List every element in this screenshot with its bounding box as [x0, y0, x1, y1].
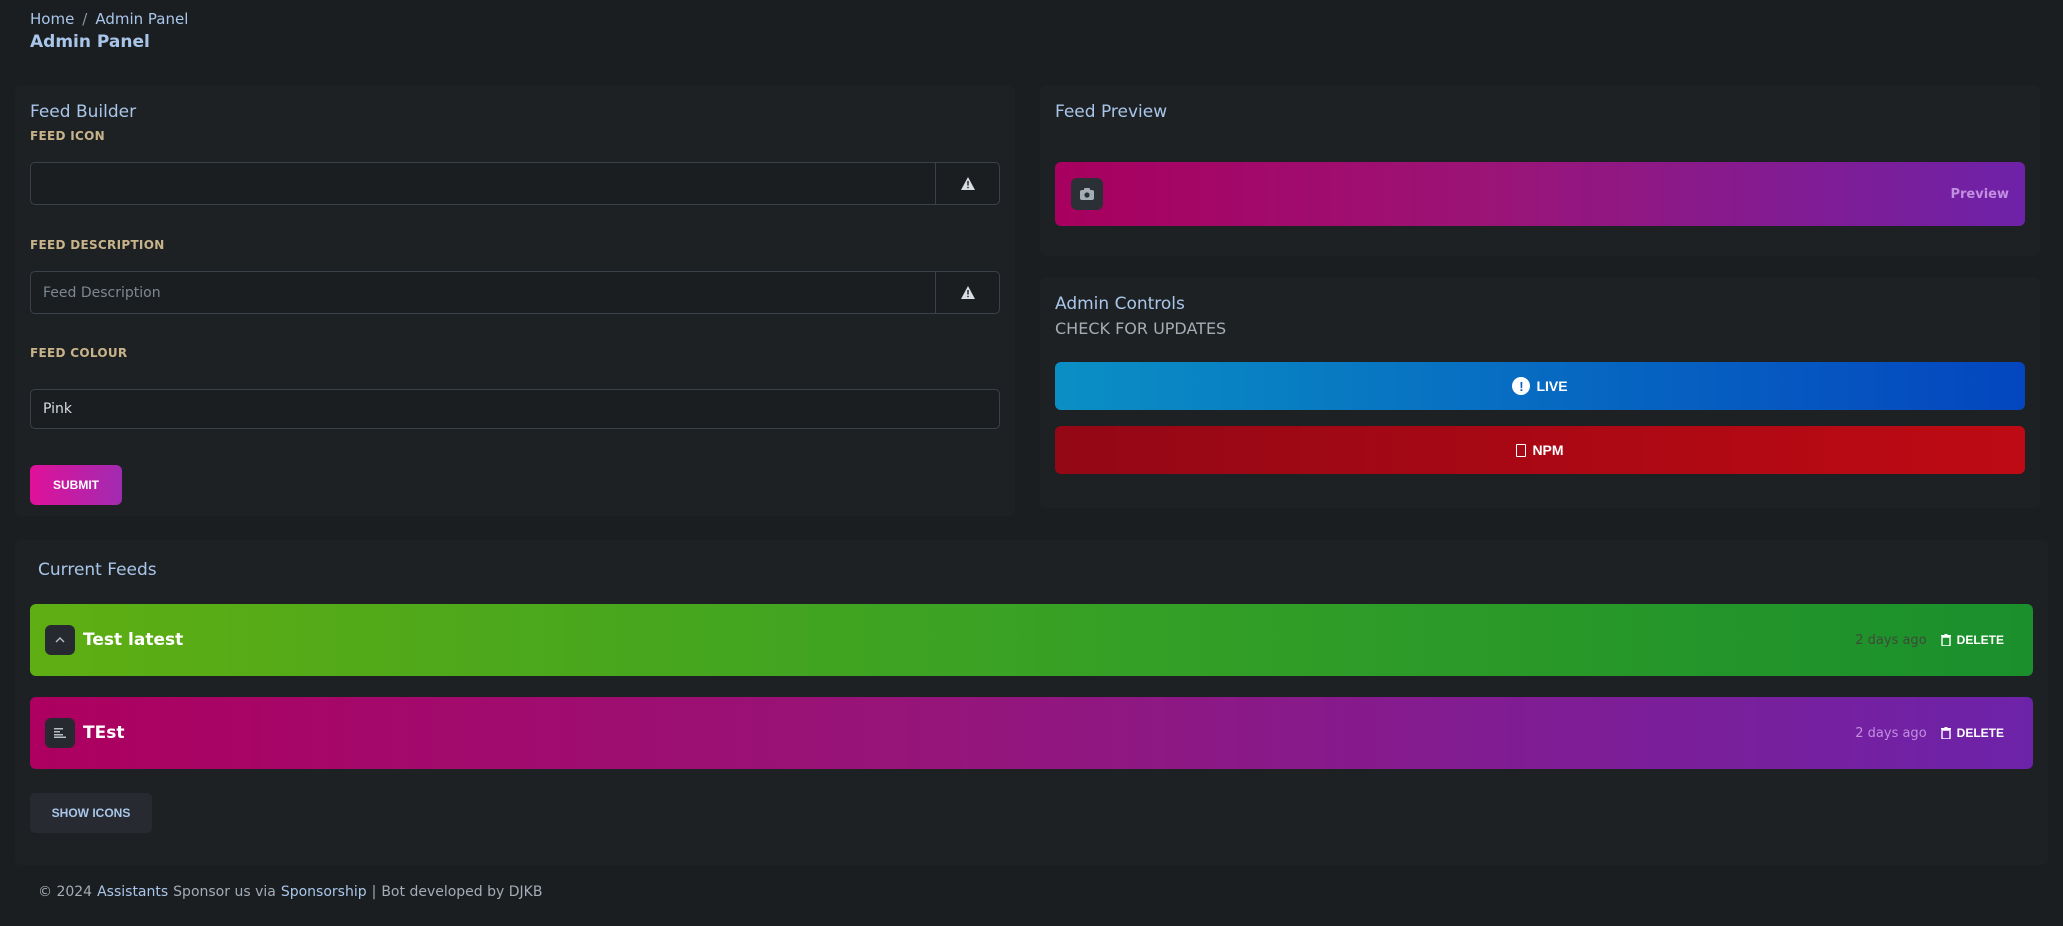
- feed-preview-bar: Preview: [1055, 162, 2025, 226]
- footer-sponsor-text: Sponsor us via: [173, 884, 276, 900]
- warning-icon[interactable]: [935, 163, 999, 204]
- feed-colour-label: FEED COLOUR: [30, 346, 128, 360]
- show-icons-button[interactable]: SHOW ICONS: [30, 793, 152, 833]
- breadcrumb: Home / Admin Panel: [30, 10, 188, 28]
- breadcrumb-home[interactable]: Home: [30, 10, 74, 28]
- live-label: LIVE: [1536, 378, 1568, 394]
- feed-description-input[interactable]: [31, 272, 935, 313]
- footer-brand-link[interactable]: Assistants: [97, 884, 168, 900]
- npm-icon: [1516, 443, 1527, 457]
- footer-sponsor-link[interactable]: Sponsorship: [281, 884, 367, 900]
- feed-builder-title: Feed Builder: [30, 102, 137, 122]
- delete-label: DELETE: [1956, 726, 2004, 740]
- footer-separator: |: [371, 884, 377, 900]
- feed-description-label: FEED DESCRIPTION: [30, 238, 165, 252]
- admin-page: Home / Admin Panel Admin Panel Feed Buil…: [0, 0, 2063, 926]
- current-feeds-title: Current Feeds: [38, 560, 157, 580]
- feed-row: Test latest 2 days ago DELETE: [30, 604, 2033, 676]
- footer-copyright: © 2024: [38, 884, 93, 900]
- delete-button[interactable]: DELETE: [1940, 633, 2004, 647]
- delete-button[interactable]: DELETE: [1940, 726, 2004, 740]
- feed-name: TEst: [83, 723, 125, 743]
- exclamation-circle-icon: !: [1512, 377, 1531, 395]
- feed-icon-group: [30, 162, 1000, 205]
- delete-label: DELETE: [1956, 633, 2004, 647]
- check-updates-label: CHECK FOR UPDATES: [1055, 319, 1227, 338]
- feed-preview-title: Feed Preview: [1055, 102, 1168, 122]
- page-title: Admin Panel: [30, 32, 150, 52]
- feed-colour-select[interactable]: Pink: [30, 389, 1000, 429]
- align-left-icon: [45, 718, 75, 748]
- admin-controls-card: Admin Controls CHECK FOR UPDATES ! LIVE …: [1040, 278, 2040, 508]
- admin-controls-title: Admin Controls: [1055, 294, 1185, 314]
- trash-icon: [1940, 634, 1951, 646]
- feed-description-group: [30, 271, 1000, 314]
- footer-developer: Bot developed by DJKB: [381, 884, 543, 900]
- submit-button[interactable]: SUBMIT: [30, 465, 122, 505]
- current-feeds-card: Current Feeds Test latest 2 days ago DEL…: [15, 540, 2048, 865]
- footer: © 2024 Assistants Sponsor us via Sponsor…: [38, 884, 542, 900]
- breadcrumb-current[interactable]: Admin Panel: [95, 10, 188, 28]
- warning-icon[interactable]: [935, 272, 999, 313]
- feed-builder-card: Feed Builder FEED ICON FEED DESCRIPTION …: [15, 86, 1015, 516]
- feed-colour-value: Pink: [43, 401, 73, 417]
- chevron-up-icon: [45, 625, 75, 655]
- npm-button[interactable]: NPM: [1055, 426, 2025, 474]
- npm-label: NPM: [1532, 442, 1564, 458]
- feed-preview-card: Feed Preview Preview: [1040, 86, 2040, 256]
- feed-time: 2 days ago: [1855, 725, 1927, 741]
- feed-row: TEst 2 days ago DELETE: [30, 697, 2033, 769]
- live-button[interactable]: ! LIVE: [1055, 362, 2025, 410]
- preview-label: Preview: [1950, 186, 2009, 202]
- camera-icon: [1071, 178, 1103, 210]
- feed-name: Test latest: [83, 630, 184, 650]
- feed-icon-label: FEED ICON: [30, 129, 105, 143]
- trash-icon: [1940, 727, 1951, 739]
- feed-icon-input[interactable]: [31, 163, 935, 204]
- feed-time: 2 days ago: [1855, 632, 1927, 648]
- breadcrumb-separator: /: [82, 10, 88, 28]
